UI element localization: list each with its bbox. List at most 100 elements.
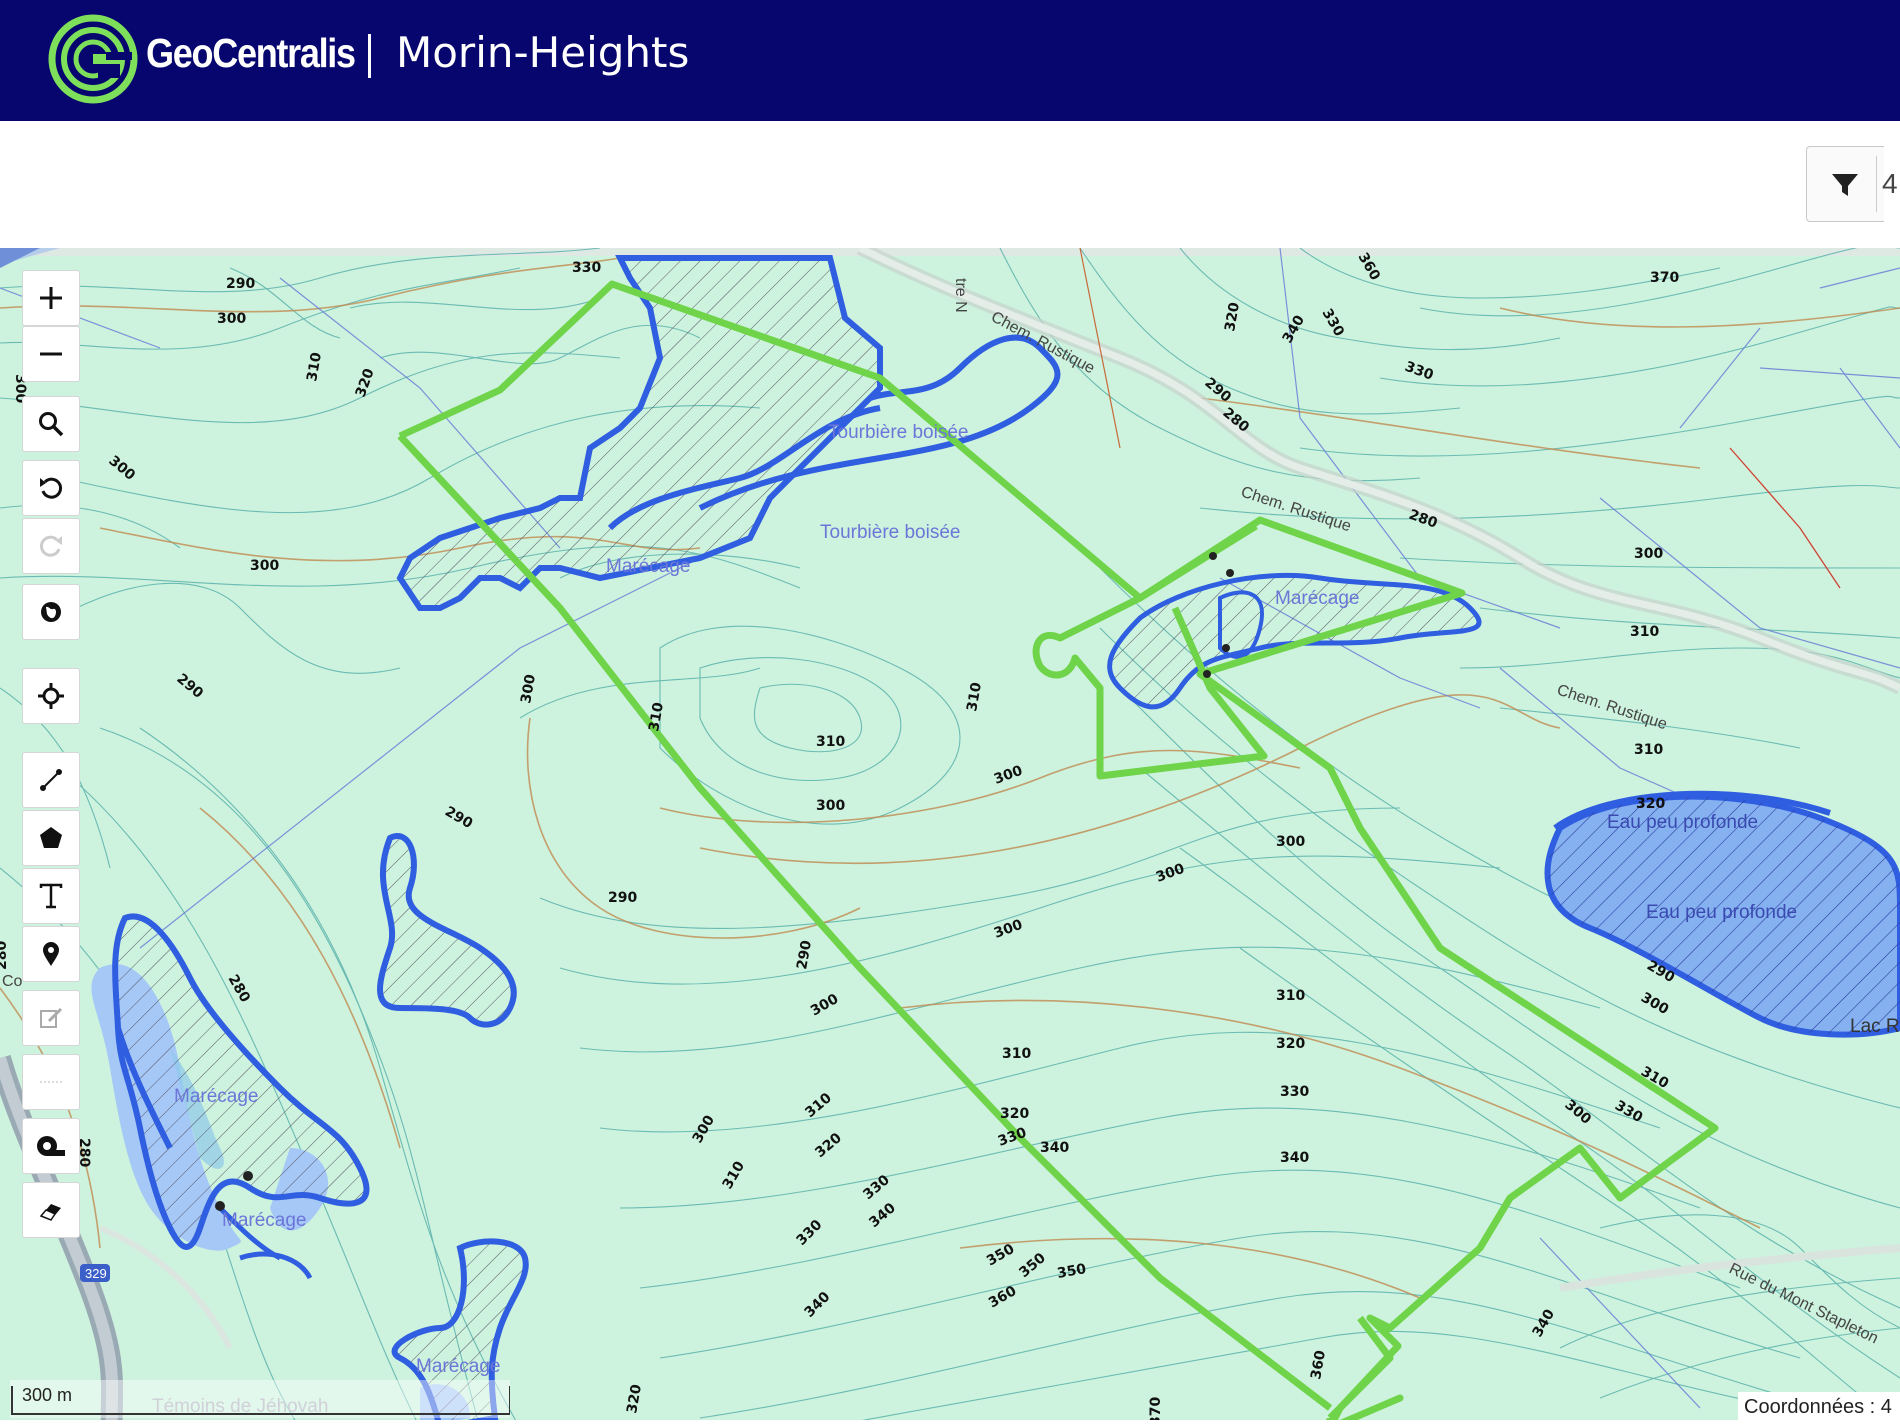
- svg-text:300: 300: [518, 673, 539, 705]
- svg-text:300: 300: [1276, 834, 1305, 850]
- red-boundary-line: [1729, 447, 1841, 589]
- svg-text:320: 320: [1636, 796, 1665, 812]
- svg-text:310: 310: [646, 701, 667, 733]
- svg-text:300: 300: [105, 453, 138, 484]
- svg-text:340: 340: [1280, 1150, 1309, 1166]
- svg-text:310: 310: [816, 734, 845, 750]
- scale-label: 300 m: [22, 1385, 73, 1405]
- crosshair-icon: [38, 683, 64, 709]
- undo-icon: [40, 477, 63, 499]
- svg-text:300: 300: [250, 558, 279, 574]
- svg-text:290: 290: [794, 939, 815, 971]
- zoom-out-button[interactable]: [22, 326, 80, 382]
- line-icon: [40, 769, 62, 791]
- measure-tape-icon: [37, 1136, 65, 1156]
- geocentralis-logo-icon: [48, 14, 138, 104]
- label-tourbiere-1: Tourbière boisée: [828, 422, 968, 443]
- svg-text:340: 340: [1040, 1140, 1069, 1156]
- svg-text:290: 290: [442, 804, 476, 833]
- label-co: Co: [2, 973, 23, 990]
- draw-text-button[interactable]: [22, 868, 80, 924]
- edit-button[interactable]: [22, 990, 80, 1046]
- label-lac: Lac R: [1850, 1016, 1900, 1037]
- map-view[interactable]: Tourbière boisée Tourbière boisée Maréca…: [0, 248, 1900, 1428]
- svg-text:300: 300: [1638, 990, 1672, 1019]
- brand-name: GeoCentralis: [146, 30, 356, 76]
- svg-text:320: 320: [1276, 1036, 1305, 1052]
- redo-button[interactable]: [22, 518, 80, 574]
- svg-text:300: 300: [1561, 1097, 1594, 1128]
- separator-tool-button[interactable]: [22, 1054, 80, 1110]
- label-marecage-1: Marécage: [606, 556, 691, 577]
- search-button[interactable]: [22, 396, 80, 452]
- polygon-icon: [40, 827, 62, 848]
- top-header: GeoCentralis Morin-Heights: [0, 0, 1900, 121]
- label-marecage-2: Marécage: [1275, 588, 1360, 609]
- svg-text:360: 360: [986, 1283, 1020, 1312]
- svg-text:310: 310: [1276, 988, 1305, 1004]
- svg-text:330: 330: [572, 260, 601, 276]
- bottom-edge: [0, 1420, 1900, 1428]
- svg-text:310: 310: [1634, 742, 1663, 758]
- draw-line-button[interactable]: [22, 752, 80, 808]
- svg-text:320: 320: [1222, 301, 1243, 333]
- svg-text:300: 300: [992, 763, 1025, 788]
- header-separator: [368, 34, 371, 78]
- filter-count: 4: [1882, 168, 1898, 199]
- svg-text:300: 300: [992, 917, 1025, 942]
- locate-button[interactable]: [22, 668, 80, 724]
- svg-text:320: 320: [812, 1130, 845, 1161]
- basemap-button[interactable]: [22, 584, 80, 640]
- erase-button[interactable]: [22, 1182, 80, 1238]
- municipality-name: Morin-Heights: [396, 28, 690, 77]
- eraser-icon: [39, 1204, 61, 1221]
- survey-points: [215, 552, 1234, 1211]
- svg-text:320: 320: [353, 366, 378, 399]
- svg-text:310: 310: [304, 351, 325, 383]
- draw-point-button[interactable]: [22, 926, 80, 982]
- svg-text:310: 310: [1002, 1046, 1031, 1062]
- search-icon: [39, 412, 64, 437]
- svg-text:330: 330: [1403, 359, 1436, 384]
- label-marecage-5: Marécage: [416, 1356, 501, 1377]
- marker-icon: [43, 942, 59, 966]
- undo-button[interactable]: [22, 460, 80, 516]
- text-icon: [39, 883, 63, 909]
- filter-icon: [1832, 174, 1858, 196]
- svg-text:300: 300: [1634, 546, 1663, 562]
- redo-icon: [39, 535, 62, 557]
- filter-button[interactable]: [1806, 146, 1884, 222]
- zoom-in-button[interactable]: [22, 270, 80, 326]
- svg-text:280: 280: [225, 972, 254, 1006]
- svg-text:330: 330: [1280, 1084, 1309, 1100]
- map-canvas[interactable]: Tourbière boisée Tourbière boisée Maréca…: [0, 248, 1900, 1428]
- svg-text:290: 290: [608, 890, 637, 906]
- label-eau-2: Eau peu profonde: [1646, 902, 1797, 923]
- svg-text:320: 320: [624, 1383, 645, 1415]
- svg-text:300: 300: [808, 991, 842, 1020]
- label-eau-1: Eau peu profonde: [1607, 812, 1758, 833]
- svg-text:290: 290: [173, 671, 206, 702]
- svg-text:280: 280: [0, 941, 10, 970]
- dots-icon: [40, 1081, 62, 1083]
- svg-text:320: 320: [1000, 1106, 1029, 1122]
- filter-divider: [1876, 156, 1877, 212]
- label-street-n: tre N: [952, 278, 969, 313]
- svg-text:370: 370: [1650, 270, 1679, 286]
- svg-text:360: 360: [1308, 1349, 1329, 1381]
- label-marecage-3: Marécage: [174, 1086, 259, 1107]
- draw-polygon-button[interactable]: [22, 810, 80, 866]
- svg-text:300: 300: [816, 798, 845, 814]
- plus-icon: [40, 287, 62, 309]
- label-chem-rustique-3: Chem. Rustique: [1555, 682, 1669, 734]
- svg-text:300: 300: [690, 1112, 719, 1146]
- toolbar-area: [0, 121, 1900, 248]
- svg-text:330: 330: [794, 1217, 826, 1249]
- measure-button[interactable]: [22, 1118, 80, 1174]
- scale-bar: [10, 1380, 510, 1418]
- label-tourbiere-2: Tourbière boisée: [820, 522, 960, 543]
- svg-text:350: 350: [1016, 1250, 1049, 1281]
- label-marecage-4: Marécage: [222, 1210, 307, 1231]
- minus-icon: [40, 352, 62, 356]
- svg-text:329: 329: [85, 1266, 107, 1281]
